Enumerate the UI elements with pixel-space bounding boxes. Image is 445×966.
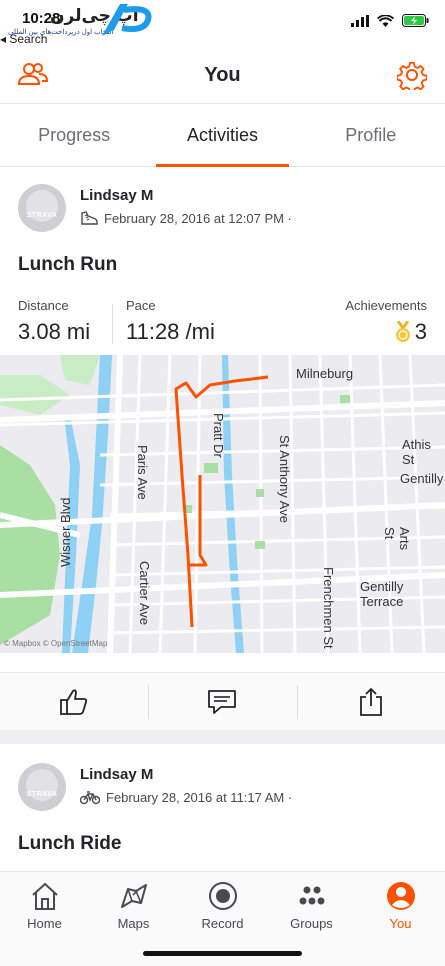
home-icon bbox=[31, 882, 58, 910]
kudos-button[interactable] bbox=[0, 673, 148, 730]
app-header: You bbox=[0, 48, 445, 104]
battery-icon bbox=[402, 14, 429, 27]
stat-divider bbox=[112, 304, 113, 344]
nav-maps-label: Maps bbox=[117, 916, 150, 931]
map-label-gentilly-terrace: Gentilly Terrace bbox=[360, 579, 404, 609]
settings-button[interactable] bbox=[396, 60, 428, 95]
activity-meta: February 28, 2016 at 12:07 PM · bbox=[80, 210, 292, 226]
back-to-search-link[interactable]: ◂ Search bbox=[0, 32, 47, 46]
map-label-gentilly: Gentilly bbox=[400, 471, 444, 486]
map-label-frenchmen: Frenchmen St bbox=[321, 567, 336, 649]
feed-separator bbox=[0, 730, 445, 744]
map-label-wisner: Wisner Blvd bbox=[58, 497, 73, 567]
avatar[interactable]: STRAVA bbox=[18, 763, 66, 811]
map-label-milneburg: Milneburg bbox=[296, 366, 354, 381]
map-label-st-anthony: St Anthony Ave bbox=[277, 435, 292, 523]
map-label-paris-ave: Paris Ave bbox=[135, 445, 150, 500]
map-label-cartier: Cartier Ave bbox=[137, 561, 152, 626]
avatar-brand: STRAVA bbox=[26, 212, 58, 219]
pace-value: 11:28 /mi bbox=[126, 319, 215, 344]
page-title: You bbox=[204, 64, 241, 86]
avatar[interactable]: STRAVA bbox=[18, 184, 66, 232]
nav-record-label: Record bbox=[201, 916, 244, 931]
medal-icon bbox=[395, 321, 410, 342]
profile-icon bbox=[386, 882, 415, 910]
activity-date: February 28, 2016 at 12:07 PM · bbox=[104, 210, 292, 226]
home-indicator bbox=[143, 951, 302, 956]
groups-icon bbox=[299, 886, 324, 905]
map-label-athis: Athis St bbox=[402, 437, 431, 467]
signal-icon bbox=[351, 14, 369, 27]
map-label-pratt-dr: Pratt Dr bbox=[211, 413, 226, 458]
map-attribution[interactable]: © Mapbox © OpenStreetMap bbox=[4, 639, 107, 648]
nav-you-label: You bbox=[389, 916, 412, 931]
share-icon bbox=[359, 687, 382, 716]
activity-title[interactable]: Lunch Run bbox=[18, 254, 117, 276]
bike-icon bbox=[80, 790, 100, 804]
achievements-label: Achievements bbox=[345, 298, 427, 313]
activity-date: February 28, 2016 at 11:17 AM · bbox=[106, 790, 293, 805]
activity-title[interactable]: Lunch Ride bbox=[18, 833, 121, 855]
nav-home[interactable]: Home bbox=[0, 872, 89, 966]
status-icons bbox=[351, 14, 429, 27]
share-button[interactable] bbox=[296, 673, 445, 730]
pace-label: Pace bbox=[126, 298, 156, 313]
athlete-name[interactable]: Lindsay M bbox=[80, 766, 153, 783]
tab-profile[interactable]: Profile bbox=[297, 105, 445, 166]
nav-you[interactable]: You bbox=[356, 872, 445, 966]
achievements-value: 3 bbox=[414, 319, 427, 344]
map-icon bbox=[120, 884, 147, 908]
distance-value: 3.08 mi bbox=[18, 319, 91, 344]
activity-meta: February 28, 2016 at 11:17 AM · bbox=[80, 790, 292, 805]
shoe-icon bbox=[81, 211, 98, 225]
activity-actions bbox=[0, 672, 445, 730]
comment-button[interactable] bbox=[148, 673, 296, 730]
profile-tabs: Progress Activities Profile bbox=[0, 105, 445, 167]
distance-label: Distance bbox=[18, 298, 69, 313]
activity-map[interactable]: Milneburg Athis St Gentilly Gentilly Ter… bbox=[0, 355, 445, 653]
thumbs-up-icon bbox=[60, 688, 88, 715]
tab-activities[interactable]: Activities bbox=[148, 105, 296, 167]
athlete-name[interactable]: Lindsay M bbox=[80, 187, 153, 204]
gear-icon bbox=[396, 61, 428, 94]
map-label-arts-st: Arts St bbox=[382, 527, 412, 551]
tab-progress[interactable]: Progress bbox=[0, 105, 148, 166]
wifi-icon bbox=[377, 14, 394, 27]
nav-home-label: Home bbox=[27, 916, 62, 931]
activity-stats: Distance 3.08 mi Pace 11:28 /mi Achievem… bbox=[18, 298, 427, 346]
comment-icon bbox=[208, 689, 237, 714]
status-bar: 10:28 اپ چی‌لرن انتخاب اول درپرداخت‌های … bbox=[0, 0, 445, 48]
avatar-brand: STRAVA bbox=[26, 791, 58, 798]
record-icon bbox=[208, 882, 237, 910]
activity-card[interactable]: STRAVA Lindsay M February 28, 2016 at 11… bbox=[0, 744, 445, 871]
watermark-icon bbox=[102, 4, 152, 36]
nav-groups-label: Groups bbox=[290, 916, 333, 931]
